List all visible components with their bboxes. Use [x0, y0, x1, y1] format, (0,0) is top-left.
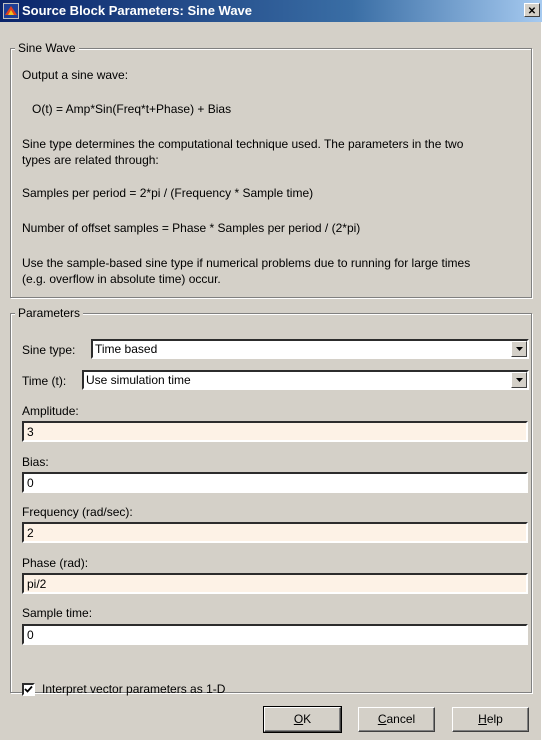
frequency-input[interactable] [24, 524, 526, 541]
close-icon: ✕ [527, 6, 537, 17]
help-mnemonic: H [478, 712, 487, 726]
description-group-label: Sine Wave [15, 41, 79, 55]
phase-field[interactable] [22, 573, 528, 594]
simulink-block-icon [3, 3, 19, 19]
time-label: Time (t): [22, 374, 67, 388]
sample-time-input[interactable] [24, 626, 526, 643]
cancel-button[interactable]: Cancel [358, 707, 435, 732]
time-value: Use simulation time [86, 373, 191, 387]
sine-type-value: Time based [95, 342, 158, 356]
dialog-window: Source Block Parameters: Sine Wave ✕ Sin… [0, 0, 542, 740]
time-select[interactable]: Use simulation time [82, 370, 529, 390]
frequency-label: Frequency (rad/sec): [22, 505, 133, 519]
sine-type-label: Sine type: [22, 343, 76, 357]
phase-input[interactable] [24, 575, 526, 592]
description-line: Samples per period = 2*pi / (Frequency *… [22, 186, 314, 200]
interpret-vector-label[interactable]: Interpret vector parameters as 1-D [42, 682, 225, 696]
bias-field[interactable] [22, 472, 528, 493]
description-line: types are related through: [22, 153, 159, 167]
amplitude-label: Amplitude: [22, 404, 79, 418]
ok-label-rest: K [303, 712, 312, 726]
phase-label: Phase (rad): [22, 556, 89, 570]
description-line: Number of offset samples = Phase * Sampl… [22, 221, 361, 235]
ok-button[interactable]: OK [263, 706, 342, 733]
sample-time-label: Sample time: [22, 606, 93, 620]
description-line: Use the sample-based sine type if numeri… [22, 256, 471, 270]
amplitude-field[interactable] [22, 421, 528, 442]
frequency-field[interactable] [22, 522, 528, 543]
cancel-label-rest: ancel [386, 712, 416, 726]
help-button[interactable]: Help [452, 707, 529, 732]
sample-time-field[interactable] [22, 624, 528, 645]
bias-input[interactable] [24, 474, 526, 491]
description-line: Output a sine wave: [22, 68, 129, 82]
description-line: (e.g. overflow in absolute time) occur. [22, 272, 221, 286]
close-button[interactable]: ✕ [524, 3, 540, 17]
interpret-vector-checkbox[interactable] [22, 683, 35, 696]
amplitude-input[interactable] [24, 423, 526, 440]
chevron-down-icon[interactable] [511, 341, 527, 357]
window-title: Source Block Parameters: Sine Wave [22, 3, 253, 18]
description-line: Sine type determines the computational t… [22, 137, 464, 151]
bias-label: Bias: [22, 455, 49, 469]
chevron-down-icon[interactable] [511, 372, 527, 388]
sine-type-select[interactable]: Time based [91, 339, 529, 359]
ok-mnemonic: O [293, 712, 304, 726]
parameters-group-label: Parameters [15, 306, 84, 320]
checkmark-icon [24, 685, 33, 693]
help-label-rest: elp [486, 712, 503, 726]
title-bar[interactable]: Source Block Parameters: Sine Wave ✕ [0, 0, 542, 22]
sine-equation: O(t) = Amp*Sin(Freq*t+Phase) + Bias [32, 102, 232, 116]
